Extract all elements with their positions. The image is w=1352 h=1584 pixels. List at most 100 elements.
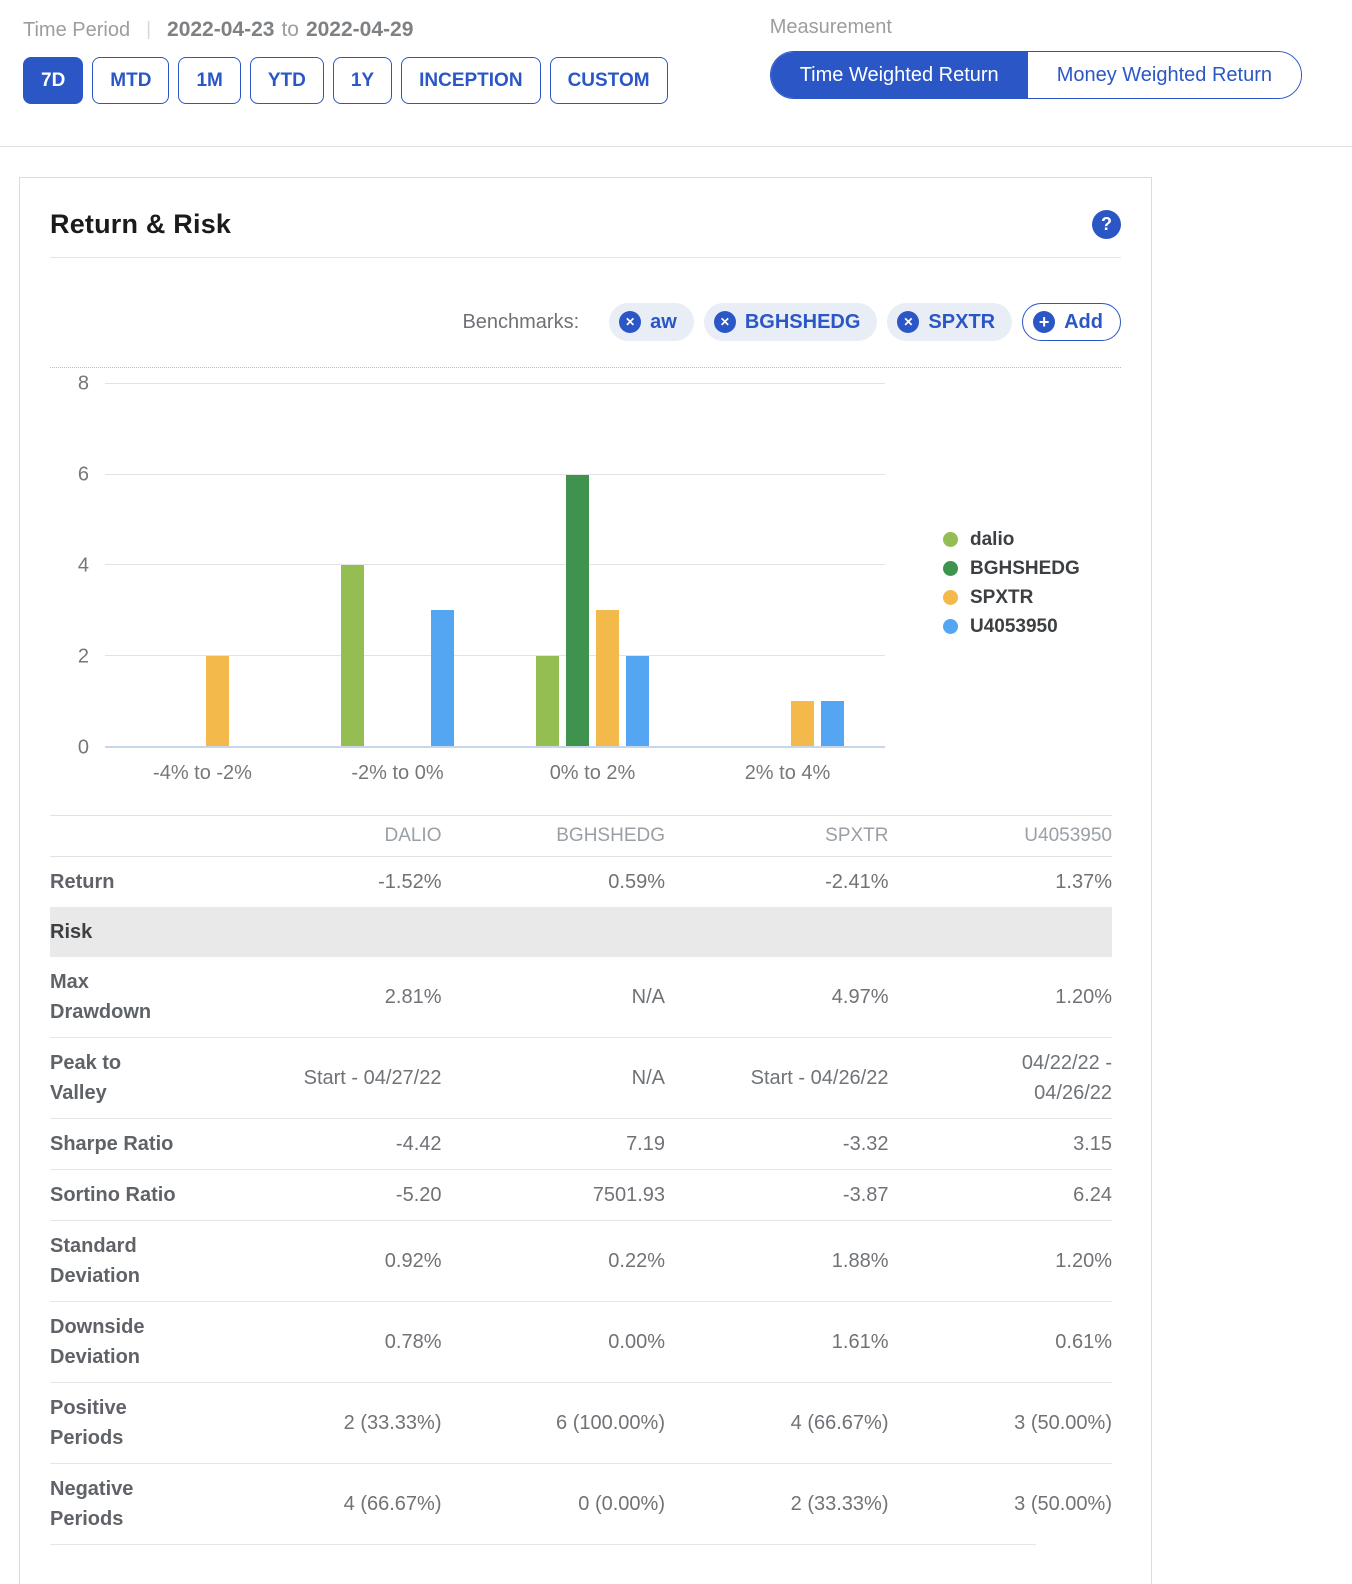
bar-dalio-2 <box>536 655 559 746</box>
bar-slot <box>536 384 559 746</box>
bar-slot <box>146 384 169 746</box>
period-button-custom[interactable]: CUSTOM <box>549 57 668 104</box>
measurement-toggle: Time Weighted Return Money Weighted Retur… <box>769 51 1302 99</box>
date-start: 2022-04-23 <box>167 18 275 41</box>
time-period-label: Time Period <box>23 18 131 41</box>
benchmark-chip-spxtr[interactable]: ✕ SPXTR <box>887 303 1013 341</box>
cell-value: -3.32 <box>842 1133 889 1155</box>
row-label: Positive Periods <box>50 1397 127 1449</box>
period-button-inception[interactable]: INCEPTION <box>401 57 541 104</box>
column-header: U4053950 <box>888 815 1112 857</box>
card-title-divider <box>50 257 1121 258</box>
cell-value: 2 (33.33%) <box>790 1493 889 1515</box>
page-title: Return & Risk <box>50 209 232 239</box>
measurement-option-time-weighted-return[interactable]: Time Weighted Return <box>770 52 1028 98</box>
table-row: Risk <box>50 907 1112 957</box>
benchmark-chip-bghshedg[interactable]: ✕ BGHSHEDG <box>703 303 878 341</box>
bar-group-0 <box>105 384 300 746</box>
cell-value: 4.97% <box>831 986 889 1008</box>
cell-value: 4 (66.67%) <box>343 1493 442 1515</box>
bar-u4053950-1 <box>431 610 454 746</box>
bar-slot <box>821 384 844 746</box>
cell-value: 2.81% <box>384 986 442 1008</box>
cell-value: 1.37% <box>1055 871 1112 893</box>
bar-slot <box>566 384 589 746</box>
cell-value: 1.20% <box>1055 986 1112 1008</box>
help-icon[interactable]: ? <box>1092 210 1121 239</box>
add-benchmark-button[interactable]: + Add <box>1022 303 1121 341</box>
row-label: Peak to Valley <box>50 1052 122 1104</box>
bar-bghshedg-2 <box>566 474 589 746</box>
benchmark-chip-label: SPXTR <box>928 310 996 333</box>
top-bar: Time Period | 2022-04-23 to 2022-04-29 7D M… <box>0 0 1352 104</box>
legend-dot-icon <box>943 619 958 634</box>
table-row: Standard Deviation 0.92% 0.22% 1.88% 1.20% <box>50 1221 1112 1302</box>
legend-label: BGHSHEDG <box>970 557 1080 579</box>
add-benchmark-label: Add <box>1064 310 1103 333</box>
cell-value: -2.41% <box>825 871 889 893</box>
return-histogram-chart: 0 2 4 6 8 dalio BGHSHEDG SPXTR U4053950 <box>50 373 1121 759</box>
x-axis-labels: -4% to -2% -2% to 0% 0% to 2% 2% to 4% <box>105 762 885 785</box>
table-bottom-border <box>50 1544 1036 1545</box>
table-row: Positive Periods 2 (33.33%) 6 (100.00%) 4 (… <box>50 1383 1112 1464</box>
row-label: Sortino Ratio <box>50 1184 176 1206</box>
bar-slot <box>761 384 784 746</box>
benchmark-chip-aw[interactable]: ✕ aw <box>609 303 694 341</box>
legend-dot-icon <box>943 532 958 547</box>
x-category-label: -4% to -2% <box>153 762 252 784</box>
cell-value: 6 (100.00%) <box>556 1412 665 1434</box>
chart-legend: dalio BGHSHEDG SPXTR U4053950 <box>885 522 1080 645</box>
time-period-block: Time Period | 2022-04-23 to 2022-04-29 7D M… <box>23 16 668 104</box>
x-category-label: 0% to 2% <box>549 762 636 784</box>
benchmark-chip-label: BGHSHEDG <box>744 310 861 333</box>
cell-value: -1.52% <box>378 871 442 893</box>
legend-dot-icon <box>943 590 958 605</box>
legend-item-dalio: dalio <box>943 529 1080 551</box>
bar-spxtr-2 <box>596 610 619 746</box>
bar-u4053950-2 <box>626 655 649 746</box>
row-label: Max Drawdown <box>50 971 152 1023</box>
bar-group-1 <box>300 384 495 746</box>
bar-slot <box>626 384 649 746</box>
cell-value: -4.42 <box>395 1133 442 1155</box>
cell-value: 1.61% <box>831 1331 889 1353</box>
cell-value: 0.61% <box>1055 1331 1112 1353</box>
cell-value: 7.19 <box>626 1133 665 1155</box>
measurement-label: Measurement <box>769 16 892 38</box>
legend-dot-icon <box>943 561 958 576</box>
cell-value: 0.22% <box>608 1250 665 1272</box>
add-icon: + <box>1033 311 1056 333</box>
table-row: Max Drawdown 2.81% N/A 4.97% 1.20% <box>50 957 1112 1038</box>
legend-item-spxtr: SPXTR <box>943 587 1080 609</box>
period-button-ytd[interactable]: YTD <box>249 57 324 104</box>
remove-benchmark-icon[interactable]: ✕ <box>713 311 736 333</box>
table-row: Return -1.52% 0.59% -2.41% 1.37% <box>50 857 1112 908</box>
period-button-1m[interactable]: 1M <box>178 57 241 104</box>
x-category-label: -2% to 0% <box>351 762 444 784</box>
benchmark-chip-label: aw <box>650 310 677 333</box>
row-label: Sharpe Ratio <box>50 1133 174 1155</box>
period-button-1y[interactable]: 1Y <box>332 57 393 104</box>
cell-value: -5.20 <box>395 1184 442 1206</box>
table-row: Downside Deviation 0.78% 0.00% 1.61% 0.61% <box>50 1302 1112 1383</box>
return-risk-card: Return & Risk ? Benchmarks: ✕ aw ✕ BGHSHEDG… <box>19 177 1152 1584</box>
bar-group-2 <box>495 384 690 746</box>
date-range: 2022-04-23 to 2022-04-29 <box>167 18 413 42</box>
period-button-mtd[interactable]: MTD <box>92 57 170 104</box>
cell-value: 3 (50.00%) <box>1014 1493 1112 1515</box>
measurement-option-money-weighted-return[interactable]: Money Weighted Return <box>1027 52 1301 98</box>
period-button-7d[interactable]: 7D <box>23 57 84 104</box>
bar-dalio-1 <box>341 565 364 746</box>
table-row: Sharpe Ratio -4.42 7.19 -3.32 3.15 <box>50 1119 1112 1170</box>
dotted-divider <box>50 367 1121 368</box>
remove-benchmark-icon[interactable]: ✕ <box>897 311 920 333</box>
bar-slot <box>596 384 619 746</box>
column-header <box>50 815 218 857</box>
y-tick-label: 2 <box>77 645 89 668</box>
benchmarks-row: Benchmarks: ✕ aw ✕ BGHSHEDG ✕ SPXTR + Add <box>50 303 1121 341</box>
remove-benchmark-icon[interactable]: ✕ <box>619 311 642 333</box>
cell-value: N/A <box>631 1067 665 1089</box>
cell-value: Start - 04/27/22 <box>303 1067 442 1089</box>
stats-table: DALIO BGHSHEDG SPXTR U4053950 Return -1.52% 0.… <box>50 815 1112 1544</box>
date-to: to <box>281 18 299 41</box>
